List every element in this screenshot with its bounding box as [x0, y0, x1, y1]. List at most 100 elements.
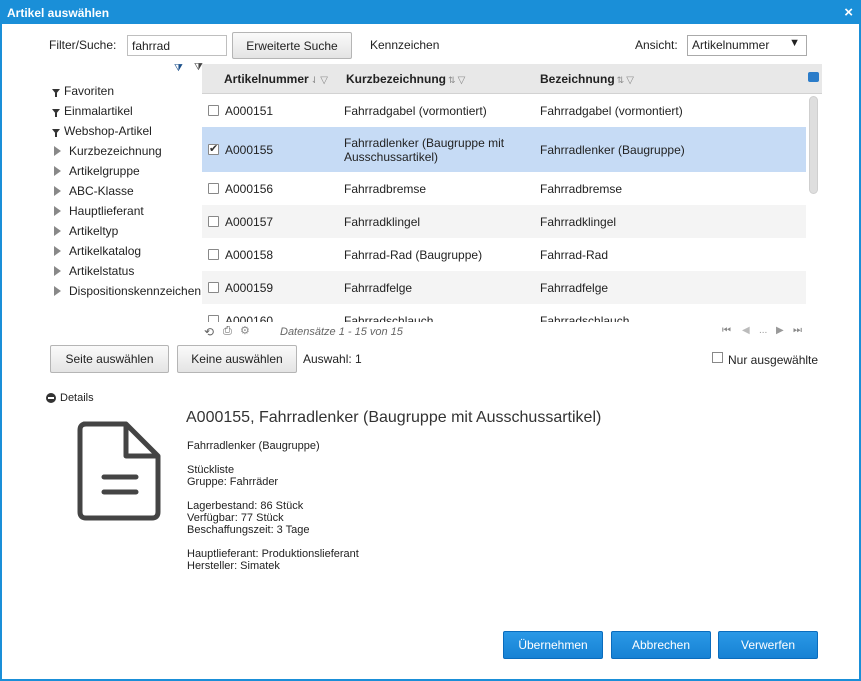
column-header-artikelnummer[interactable]: Artikelnummer ⇃ ▽ [224, 72, 328, 86]
filter-tree-item-label: Hauptlieferant [69, 204, 144, 218]
expand-icon [54, 266, 61, 276]
column-filter-icon[interactable]: ▽ [626, 75, 634, 86]
filter-tree-item-label: Artikelkatalog [69, 244, 142, 258]
advanced-search-button[interactable]: Erweiterte Suche [232, 32, 352, 59]
only-selected-label: Nur ausgewählte [728, 353, 819, 367]
table-row[interactable]: A000158 Fahrrad-Rad (Baugruppe) Fahrrad-Ra… [202, 238, 806, 271]
filter-tree-item[interactable]: Dispositionskennzeichen [52, 282, 201, 300]
table-cell: Fahrradbremse [540, 181, 623, 196]
grid-scrollbar-thumb[interactable] [809, 96, 818, 194]
table-row[interactable]: A000156 Fahrradbremse Fahrradbremse [202, 172, 806, 205]
column-chooser-icon[interactable] [808, 72, 819, 82]
expand-icon [54, 226, 61, 236]
grid-header: Artikelnummer ⇃ ▽ Kurzbezeichnung ⇅ ▽ Bezeic… [202, 64, 822, 94]
table-row[interactable]: A000157 Fahrradklingel Fahrradklingel [202, 205, 806, 238]
filter-tree-item[interactable]: Artikelstatus [52, 262, 134, 280]
apply-button[interactable]: Übernehmen [503, 631, 603, 659]
filter-search-icon[interactable]: ⧩ [174, 63, 183, 74]
refresh-icon[interactable]: ⟲ [204, 325, 214, 339]
next-page-icon[interactable]: ▶ [776, 325, 784, 336]
filter-tree-item[interactable]: Webshop-Artikel [52, 122, 152, 140]
table-cell: A000159 [225, 280, 274, 295]
pager-record-count: Datensätze 1 - 15 von 15 [280, 326, 403, 338]
expand-icon [54, 146, 61, 156]
grid-pager: ⟲ ⎙ ⚙ Datensätze 1 - 15 von 15 ⏮ ◀ ... ▶… [202, 324, 822, 342]
details-line: Beschaffungszeit: 3 Tage [187, 524, 310, 536]
filter-label: Filter/Suche: [49, 38, 117, 52]
filter-tree-item-label: Dispositionskennzeichen [69, 284, 202, 298]
sort-icon: ⇅ [448, 75, 456, 85]
column-header-label: Bezeichnung [540, 72, 615, 86]
table-cell: Fahrradschlauch [540, 313, 630, 323]
grid-body: A000151 Fahrradgabel (vormontiert) Fahrrad… [202, 94, 806, 322]
sort-icon: ⇅ [616, 75, 625, 85]
settings-icon[interactable]: ⚙ [240, 324, 250, 337]
filter-tree-item[interactable]: Artikelgruppe [52, 162, 140, 180]
table-cell: Fahrradgabel (vormontiert) [540, 103, 683, 118]
filter-tree-item-label: Einmalartikel [64, 104, 133, 118]
selection-count: Auswahl: 1 [303, 352, 362, 366]
first-page-icon[interactable]: ⏮ [722, 325, 731, 336]
last-page-icon[interactable]: ⏭ [793, 325, 802, 336]
table-row[interactable]: A000151 Fahrradgabel (vormontiert) Fahrrad… [202, 94, 806, 127]
dialog-titlebar: Artikel auswählen × [2, 2, 859, 24]
select-none-button[interactable]: Keine auswählen [177, 345, 297, 373]
details-line: Stückliste [187, 464, 235, 476]
details-line: Gruppe: Fahrräder [187, 476, 279, 488]
table-cell: A000158 [225, 247, 274, 262]
filter-tree-item[interactable]: Artikelkatalog [52, 242, 141, 260]
table-cell: Fahrradklingel [344, 214, 421, 229]
filter-tree-item[interactable]: Favoriten [52, 82, 114, 100]
document-icon [77, 421, 161, 521]
column-header-bezeichnung[interactable]: Bezeichnung ⇅ ▽ [540, 72, 634, 86]
row-checkbox[interactable] [208, 182, 219, 194]
cancel-button[interactable]: Abbrechen [611, 631, 711, 659]
collapse-icon[interactable] [46, 393, 56, 403]
filter-tree-item-label: ABC-Klasse [69, 184, 134, 198]
table-row[interactable]: A000160 Fahrradschlauch Fahrradschlauch [202, 304, 806, 322]
select-page-button[interactable]: Seite auswählen [50, 345, 169, 373]
column-filter-icon[interactable]: ▽ [458, 75, 466, 86]
expand-icon [54, 286, 61, 296]
table-row[interactable]: A000159 Fahrradfelge Fahrradfelge [202, 271, 806, 304]
table-cell: Fahrrad-Rad [540, 247, 609, 262]
chevron-down-icon: ▼ [789, 37, 800, 49]
table-cell: Fahrradklingel [540, 214, 617, 229]
view-select-value: Artikelnummer [692, 38, 770, 52]
table-cell: Fahrradlenker (Baugruppe) [540, 142, 685, 157]
details-line: Fahrradlenker (Baugruppe) [187, 440, 320, 452]
print-icon[interactable]: ⎙ [223, 325, 232, 338]
filter-tree-item[interactable]: Hauptlieferant [52, 202, 144, 220]
row-checkbox[interactable] [208, 215, 219, 227]
details-toggle[interactable]: Details [60, 392, 94, 404]
table-cell: Fahrradbremse [344, 181, 427, 196]
filter-tree-item[interactable]: Einmalartikel [52, 102, 133, 120]
details-line: Hersteller: Simatek [187, 560, 280, 572]
row-checkbox[interactable] [208, 281, 219, 293]
filter-tree-item[interactable]: ABC-Klasse [52, 182, 134, 200]
table-cell: A000151 [225, 103, 274, 118]
row-checkbox[interactable] [208, 248, 219, 260]
filter-tree-item[interactable]: Kurzbezeichnung [52, 142, 162, 160]
search-input[interactable] [127, 35, 227, 56]
only-selected-checkbox[interactable] [712, 352, 723, 363]
view-select[interactable]: Artikelnummer ▼ [687, 35, 807, 56]
column-header-label: Kurzbezeichnung [346, 72, 447, 86]
details-line: Hauptlieferant: Produktionslieferant [187, 548, 359, 560]
prev-page-icon[interactable]: ◀ [742, 325, 750, 336]
table-cell: Fahrradschlauch [344, 313, 434, 323]
filter-tree-item-label: Artikeltyp [69, 224, 119, 238]
column-filter-icon[interactable]: ▽ [320, 75, 328, 86]
column-header-kurzbezeichnung[interactable]: Kurzbezeichnung ⇅ ▽ [346, 72, 465, 86]
row-checkbox[interactable] [208, 104, 219, 116]
row-checkbox[interactable] [208, 142, 219, 155]
discard-button[interactable]: Verwerfen [718, 631, 818, 659]
tags-link[interactable]: Kennzeichen [370, 38, 439, 52]
row-checkbox[interactable] [208, 314, 219, 322]
table-row[interactable]: A000155 Fahrradlenker (Baugruppe mit Auss… [202, 127, 806, 172]
table-cell: A000157 [225, 214, 274, 229]
close-icon[interactable]: × [844, 4, 853, 22]
filter-tree-item[interactable]: Artikeltyp [52, 222, 118, 240]
filter-icon [52, 88, 60, 97]
column-header-label: Artikelnummer [224, 72, 309, 86]
